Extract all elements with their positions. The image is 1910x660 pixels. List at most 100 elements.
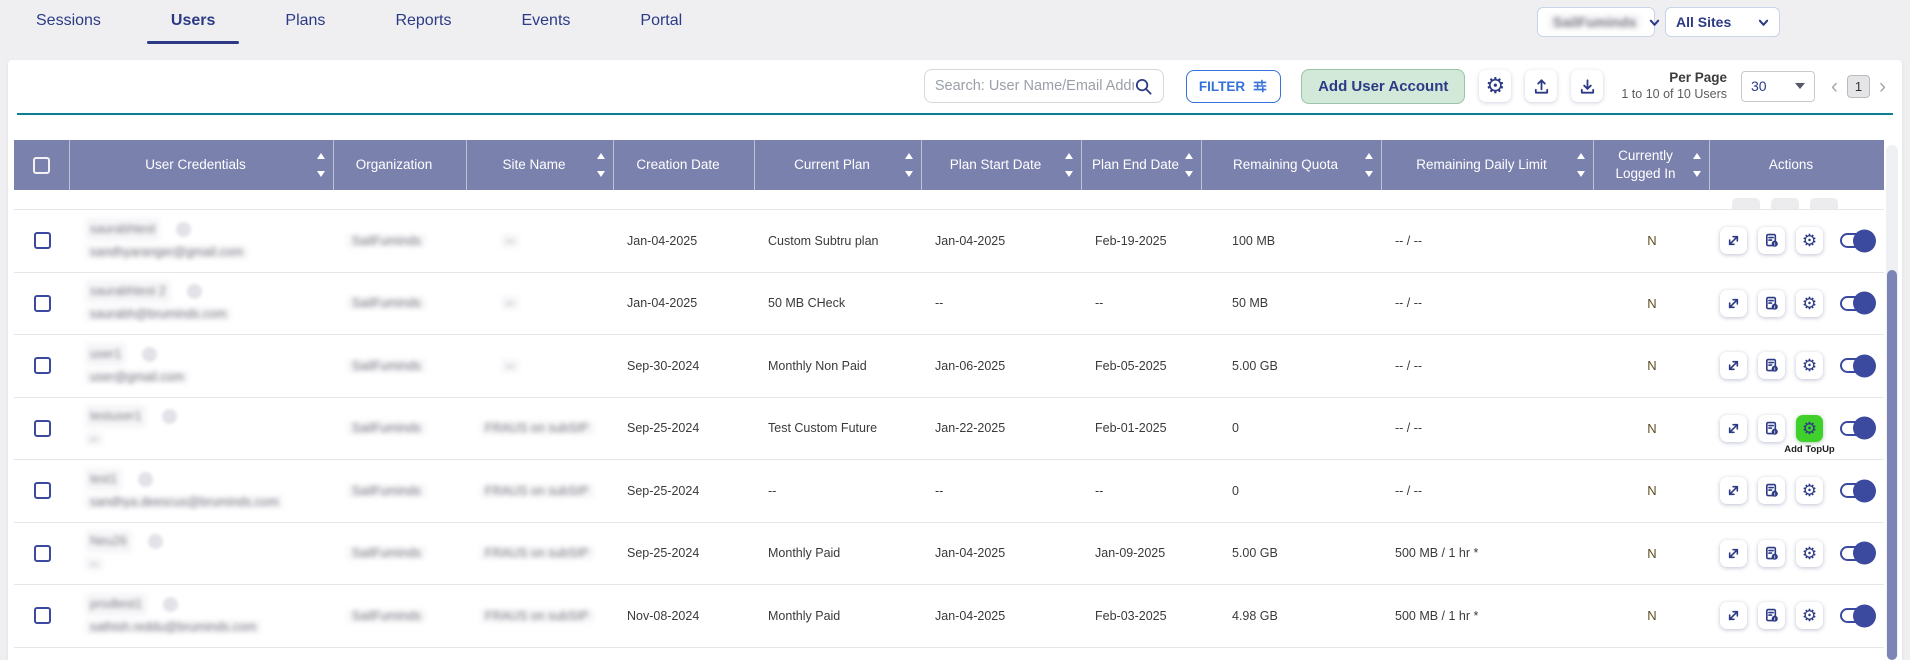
row-checkbox[interactable] <box>34 482 51 499</box>
user-enabled-toggle[interactable] <box>1840 233 1874 248</box>
table-settings-button[interactable]: ⚙ <box>1479 70 1511 102</box>
user-info-icon[interactable] <box>148 534 163 549</box>
search-icon[interactable] <box>1134 77 1153 96</box>
sort-asc-icon[interactable] <box>905 153 913 159</box>
column-header[interactable]: Currently Logged In <box>1594 140 1710 190</box>
row-checkbox[interactable] <box>34 232 51 249</box>
expand-user-button[interactable] <box>1720 415 1747 442</box>
row-checkbox[interactable] <box>34 545 51 562</box>
sort-arrows[interactable] <box>1577 140 1585 190</box>
plan-details-button[interactable]: i <box>1758 352 1785 379</box>
expand-user-button[interactable] <box>1720 352 1747 379</box>
sort-arrows[interactable] <box>597 140 605 190</box>
user-enabled-toggle[interactable] <box>1840 546 1874 561</box>
sort-arrows[interactable] <box>1185 140 1193 190</box>
user-settings-button[interactable]: ⚙ <box>1796 352 1823 379</box>
add-topup-button[interactable]: ⚙Add TopUp <box>1796 415 1823 442</box>
expand-user-button[interactable] <box>1720 227 1747 254</box>
user-enabled-toggle[interactable] <box>1840 421 1874 436</box>
column-header[interactable]: Site Name <box>467 140 614 190</box>
column-header[interactable]: Plan End Date <box>1082 140 1202 190</box>
sort-desc-icon[interactable] <box>1577 171 1585 177</box>
row-checkbox[interactable] <box>34 295 51 312</box>
user-enabled-toggle[interactable] <box>1840 608 1874 623</box>
sort-desc-icon[interactable] <box>905 171 913 177</box>
user-enabled-toggle[interactable] <box>1840 483 1874 498</box>
organization-dropdown[interactable]: SailFuminds <box>1537 7 1655 37</box>
user-enabled-toggle[interactable] <box>1840 358 1874 373</box>
column-header[interactable]: Organization <box>334 140 467 190</box>
user-settings-button[interactable]: ⚙ <box>1796 540 1823 567</box>
tab-plans[interactable]: Plans <box>279 8 331 44</box>
tab-events[interactable]: Events <box>515 8 576 44</box>
column-header[interactable]: Remaining Quota <box>1202 140 1382 190</box>
sort-asc-icon[interactable] <box>1365 153 1373 159</box>
sort-desc-icon[interactable] <box>1365 171 1373 177</box>
column-header[interactable]: Creation Date <box>614 140 755 190</box>
column-header[interactable]: User Credentials <box>70 140 334 190</box>
sort-desc-icon[interactable] <box>597 171 605 177</box>
sort-desc-icon[interactable] <box>1065 171 1073 177</box>
user-info-icon[interactable] <box>176 222 191 237</box>
sort-asc-icon[interactable] <box>317 153 325 159</box>
sort-asc-icon[interactable] <box>1577 153 1585 159</box>
tab-users[interactable]: Users <box>165 8 221 44</box>
expand-user-button[interactable] <box>1720 602 1747 629</box>
user-info-icon[interactable] <box>187 284 202 299</box>
plan-details-button[interactable]: i <box>1758 415 1785 442</box>
user-settings-button[interactable]: ⚙ <box>1796 290 1823 317</box>
scrollbar-thumb[interactable] <box>1887 270 1897 660</box>
user-info-icon[interactable] <box>138 472 153 487</box>
per-page-select[interactable]: 30 <box>1741 71 1815 102</box>
expand-user-button[interactable] <box>1720 540 1747 567</box>
sort-asc-icon[interactable] <box>1065 153 1073 159</box>
plan-details-button[interactable]: i <box>1758 227 1785 254</box>
select-all-checkbox[interactable] <box>33 157 50 174</box>
upload-button[interactable] <box>1525 70 1557 102</box>
plan-details-button[interactable]: i <box>1758 602 1785 629</box>
user-info-icon[interactable] <box>163 597 178 612</box>
user-settings-button[interactable]: ⚙ <box>1796 477 1823 504</box>
column-header[interactable]: Remaining Daily Limit <box>1382 140 1594 190</box>
row-checkbox[interactable] <box>34 357 51 374</box>
sort-desc-icon[interactable] <box>317 171 325 177</box>
sort-asc-icon[interactable] <box>1185 153 1193 159</box>
plan-details-button[interactable]: i <box>1758 540 1785 567</box>
plan-details-button[interactable]: i <box>1758 477 1785 504</box>
row-checkbox[interactable] <box>34 420 51 437</box>
sort-arrows[interactable] <box>1365 140 1373 190</box>
expand-user-button[interactable] <box>1720 290 1747 317</box>
search-input[interactable] <box>935 78 1134 94</box>
user-enabled-toggle[interactable] <box>1840 296 1874 311</box>
sort-arrows[interactable] <box>1065 140 1073 190</box>
row-checkbox[interactable] <box>34 607 51 624</box>
tab-sessions[interactable]: Sessions <box>30 8 107 44</box>
user-info-icon[interactable] <box>142 347 157 362</box>
user-info-icon[interactable] <box>162 409 177 424</box>
sites-dropdown[interactable]: All Sites <box>1665 7 1780 37</box>
add-user-account-button[interactable]: Add User Account <box>1301 69 1465 104</box>
page-number[interactable]: 1 <box>1847 75 1870 98</box>
sort-asc-icon[interactable] <box>1693 153 1701 159</box>
filter-button[interactable]: FILTER <box>1186 70 1281 103</box>
tab-portal[interactable]: Portal <box>634 8 688 44</box>
sort-desc-icon[interactable] <box>1693 171 1701 177</box>
toggle-knob <box>1853 479 1876 502</box>
tab-reports[interactable]: Reports <box>389 8 457 44</box>
user-settings-button[interactable]: ⚙ <box>1796 602 1823 629</box>
column-header[interactable]: Plan Start Date <box>922 140 1082 190</box>
sort-asc-icon[interactable] <box>597 153 605 159</box>
user-settings-button[interactable]: ⚙ <box>1796 227 1823 254</box>
column-header[interactable]: Current Plan <box>755 140 922 190</box>
expand-user-button[interactable] <box>1720 477 1747 504</box>
vertical-scrollbar[interactable] <box>1886 145 1898 660</box>
column-header[interactable]: Actions <box>1710 140 1884 190</box>
sort-arrows[interactable] <box>317 140 325 190</box>
sort-arrows[interactable] <box>1693 140 1701 190</box>
download-button[interactable] <box>1571 70 1603 102</box>
prev-page-button[interactable]: ‹ <box>1829 76 1840 97</box>
next-page-button[interactable]: › <box>1877 76 1888 97</box>
plan-details-button[interactable]: i <box>1758 290 1785 317</box>
sort-arrows[interactable] <box>905 140 913 190</box>
sort-desc-icon[interactable] <box>1185 171 1193 177</box>
